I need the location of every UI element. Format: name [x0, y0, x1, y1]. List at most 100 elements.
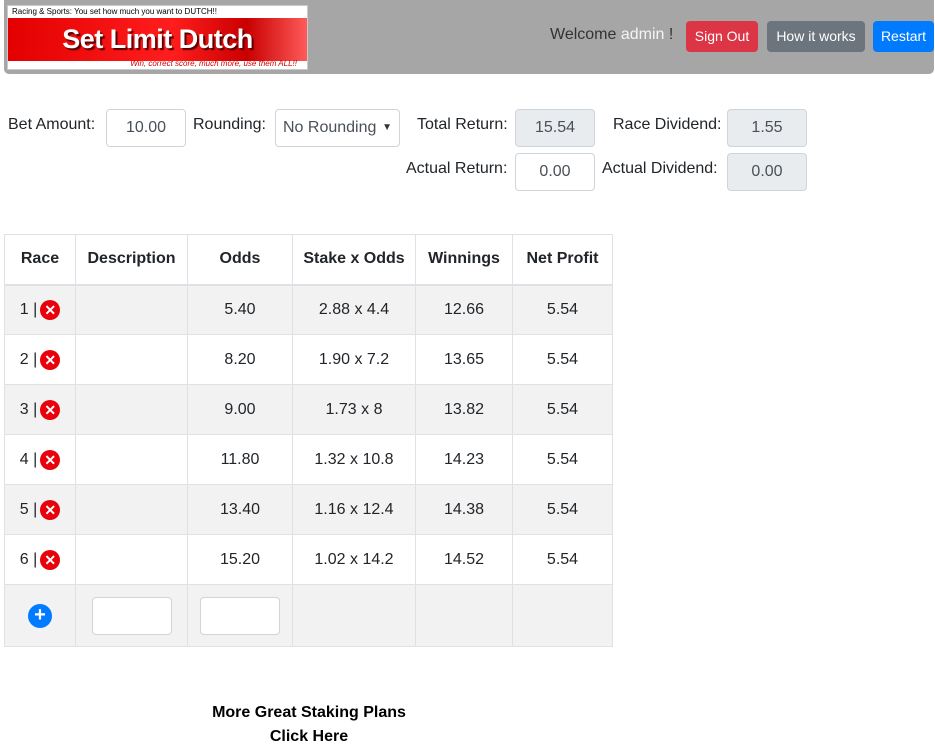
col-header-stake-odds: Stake x Odds	[292, 234, 416, 286]
logo-subtitle: Win, correct score, much more, use them …	[130, 59, 297, 68]
winnings-cell: 12.66	[415, 284, 513, 335]
close-circle-icon[interactable]: ✕	[40, 399, 61, 420]
logo-title: Set Limit Dutch	[62, 24, 253, 54]
actual-dividend-field: 0.00	[727, 153, 807, 191]
odds-cell: 8.20	[187, 334, 293, 385]
net-profit-cell: 5.54	[512, 484, 613, 535]
race-number: 2 |	[19, 350, 38, 368]
restart-button[interactable]: Restart	[873, 21, 934, 52]
stake-odds-cell: 1.02 x 14.2	[292, 534, 416, 585]
empty-cell	[415, 584, 513, 647]
bet-amount-input[interactable]: 10.00	[106, 109, 186, 147]
winnings-cell: 14.38	[415, 484, 513, 535]
close-circle-icon[interactable]: ✕	[40, 299, 61, 320]
sign-out-button[interactable]: Sign Out	[686, 21, 758, 52]
race-number: 1 |	[19, 300, 38, 318]
net-profit-cell: 5.54	[512, 284, 613, 335]
actual-dividend-label: Actual Dividend:	[602, 160, 718, 177]
odds-cell: 11.80	[187, 434, 293, 485]
top-navbar: Racing & Sports: You set how much you wa…	[4, 0, 934, 74]
table-row: 1 | ✕ 5.40 2.88 x 4.4 12.66 5.54	[4, 284, 613, 335]
winnings-cell: 14.23	[415, 434, 513, 485]
table-row: 2 | ✕ 8.20 1.90 x 7.2 13.65 5.54	[4, 334, 613, 385]
new-description-cell	[75, 584, 188, 647]
welcome-message: Welcome admin !	[550, 26, 673, 44]
table-row: 4 | ✕ 11.80 1.32 x 10.8 14.23 5.54	[4, 434, 613, 485]
add-cell: +	[4, 584, 76, 647]
empty-cell	[512, 584, 613, 647]
close-circle-icon[interactable]: ✕	[40, 349, 61, 370]
net-profit-cell: 5.54	[512, 534, 613, 585]
net-profit-cell: 5.54	[512, 334, 613, 385]
description-cell	[75, 434, 188, 485]
table-row: 3 | ✕ 9.00 1.73 x 8 13.82 5.54	[4, 384, 613, 435]
actual-return-input[interactable]: 0.00	[515, 153, 595, 191]
description-cell	[75, 284, 188, 335]
logo-banner: Set Limit Dutch	[8, 18, 307, 61]
new-odds-input[interactable]	[200, 596, 280, 635]
chevron-down-icon: ▼	[382, 122, 392, 133]
race-cell: 3 | ✕	[4, 384, 76, 435]
more-line-1: More Great Staking Plans	[212, 704, 406, 721]
how-it-works-button[interactable]: How it works	[767, 21, 865, 52]
table-row: 5 | ✕ 13.40 1.16 x 12.4 14.38 5.54	[4, 484, 613, 535]
empty-cell	[292, 584, 416, 647]
username: admin	[620, 26, 665, 43]
net-profit-cell: 5.54	[512, 384, 613, 435]
odds-cell: 15.20	[187, 534, 293, 585]
odds-cell: 5.40	[187, 284, 293, 335]
table-row: 6 | ✕ 15.20 1.02 x 14.2 14.52 5.54	[4, 534, 613, 585]
odds-cell: 9.00	[187, 384, 293, 435]
race-dividend-label: Race Dividend:	[613, 116, 722, 133]
description-cell	[75, 534, 188, 585]
race-cell: 1 | ✕	[4, 284, 76, 335]
col-header-race: Race	[4, 234, 76, 286]
race-number: 6 |	[19, 550, 38, 568]
site-logo[interactable]: Racing & Sports: You set how much you wa…	[7, 5, 308, 70]
race-cell: 2 | ✕	[4, 334, 76, 385]
welcome-suffix: !	[668, 26, 674, 43]
more-line-2: Click Here	[269, 728, 349, 745]
description-cell	[75, 334, 188, 385]
bet-amount-label: Bet Amount:	[8, 116, 96, 133]
total-return-label: Total Return:	[417, 116, 508, 133]
total-return-field: 15.54	[515, 109, 595, 147]
add-row: +	[4, 584, 613, 647]
plus-circle-icon[interactable]: +	[28, 603, 52, 628]
col-header-odds: Odds	[187, 234, 293, 286]
stake-odds-cell: 1.32 x 10.8	[292, 434, 416, 485]
close-circle-icon[interactable]: ✕	[40, 549, 61, 570]
stake-odds-cell: 1.16 x 12.4	[292, 484, 416, 535]
race-number: 3 |	[19, 400, 38, 418]
winnings-cell: 14.52	[415, 534, 513, 585]
odds-cell: 13.40	[187, 484, 293, 535]
rounding-select-value: No Rounding	[283, 119, 377, 136]
col-header-net-profit: Net Profit	[512, 234, 613, 286]
actual-return-label: Actual Return:	[406, 160, 508, 177]
more-staking-plans-link[interactable]: More Great Staking Plans Click Here	[185, 701, 433, 749]
race-dividend-field: 1.55	[727, 109, 807, 147]
close-circle-icon[interactable]: ✕	[40, 449, 61, 470]
close-circle-icon[interactable]: ✕	[40, 499, 61, 520]
logo-tagline: Racing & Sports: You set how much you wa…	[12, 7, 217, 16]
stake-odds-cell: 1.73 x 8	[292, 384, 416, 435]
col-header-description: Description	[75, 234, 188, 286]
new-description-input[interactable]	[91, 596, 172, 635]
new-odds-cell	[187, 584, 293, 647]
race-number: 4 |	[19, 450, 38, 468]
rounding-select[interactable]: No Rounding ▼	[275, 109, 400, 147]
race-number: 5 |	[19, 500, 38, 518]
description-cell	[75, 384, 188, 435]
stake-odds-cell: 1.90 x 7.2	[292, 334, 416, 385]
race-cell: 5 | ✕	[4, 484, 76, 535]
rounding-label: Rounding:	[193, 116, 266, 133]
table-header-row: Race Description Odds Stake x Odds Winni…	[4, 234, 613, 286]
winnings-cell: 13.65	[415, 334, 513, 385]
welcome-prefix: Welcome	[550, 26, 617, 43]
race-cell: 6 | ✕	[4, 534, 76, 585]
net-profit-cell: 5.54	[512, 434, 613, 485]
winnings-cell: 13.82	[415, 384, 513, 435]
col-header-winnings: Winnings	[415, 234, 513, 286]
races-table: Race Description Odds Stake x Odds Winni…	[4, 234, 613, 647]
description-cell	[75, 484, 188, 535]
